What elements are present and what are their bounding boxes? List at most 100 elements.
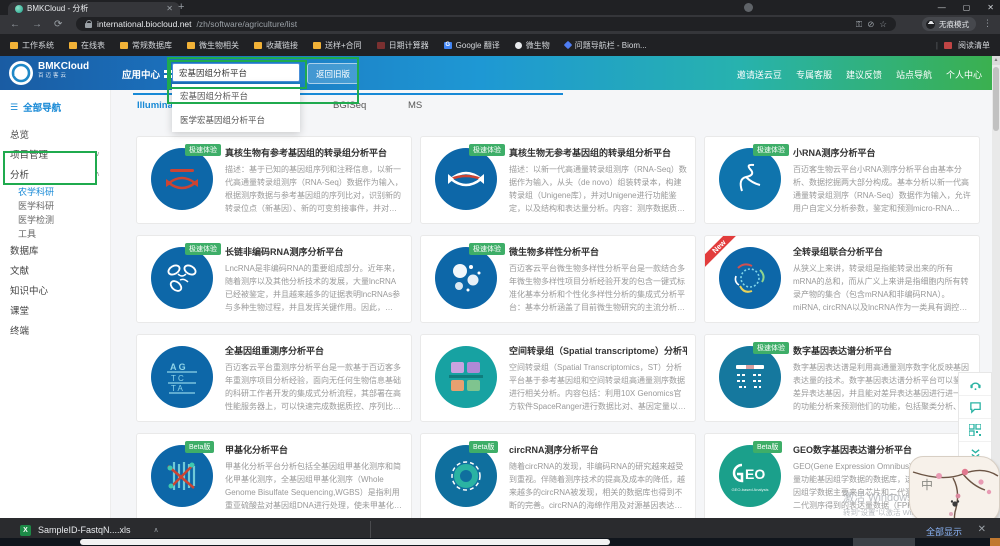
folder-icon [254, 42, 262, 49]
bookmark-item[interactable]: 问题导航栏 - Biom... [565, 40, 647, 51]
platform-search-input[interactable] [172, 63, 300, 82]
brand-name: BMKCloud 百迈客云 [38, 62, 89, 80]
sidebar-item-projects[interactable]: 项目管理∨ [0, 144, 110, 164]
forward-icon[interactable]: → [32, 19, 42, 30]
diamond-icon [563, 41, 571, 49]
card-denovo-transcriptome[interactable]: 极速体验 真核生物无参考基因组的转录组分析平台描述：以新一代高通量转录组测序（R… [420, 136, 696, 224]
browser-menu-icon[interactable]: ⋮ [983, 18, 992, 29]
header-link-profile[interactable]: 个人中心 [946, 68, 982, 81]
bookmark-item[interactable]: 收藏链接 [254, 40, 298, 51]
reload-icon[interactable]: ⟳ [54, 19, 62, 30]
calendar-icon [377, 42, 385, 49]
platform-card-grid: 极速体验 真核生物有参考基因组的转录组分析平台描述：基于已知的基因组序列和注释信… [136, 136, 980, 521]
eye-off-icon[interactable]: ⊘ [867, 19, 874, 30]
maximize-button[interactable]: ▢ [963, 3, 971, 12]
browser-tab[interactable]: BMKCloud - 分析 ✕ [8, 2, 180, 15]
customer-service-icon[interactable] [959, 373, 991, 396]
sidebar-item-medical-research[interactable]: 医学科研 [0, 198, 110, 212]
menu-icon: ☰ [10, 102, 18, 113]
sidebar-item-knowledge[interactable]: 知识中心 [0, 280, 110, 300]
browser-nav-buttons: ← → ⟳ [10, 15, 62, 34]
tab-search-icon[interactable] [744, 3, 753, 12]
bookmark-star-icon[interactable]: ☆ [879, 19, 887, 30]
sidebar-item-analysis[interactable]: 分析∧ [0, 164, 110, 184]
bookmark-item[interactable]: GGoogle 翻译 [444, 40, 500, 51]
bookmark-item[interactable]: 工作系统 [10, 40, 54, 51]
tissue-sections-icon [435, 346, 497, 408]
methylation-icon [151, 445, 213, 507]
sidebar-all-nav[interactable]: ☰ 全部导航 [0, 90, 110, 124]
bookmark-item[interactable]: 常规数据库 [120, 40, 172, 51]
screen: BMKCloud - 分析 ✕ + — ▢ ✕ ← → ⟳ internatio… [0, 0, 1000, 546]
close-window-button[interactable]: ✕ [987, 3, 994, 12]
rna-squiggle-icon [719, 148, 781, 210]
tab-bgiseq[interactable]: BGISeq [333, 100, 366, 111]
sidebar-item-overview[interactable]: 总览 [0, 124, 110, 144]
sidebar-item-classroom[interactable]: 课堂 [0, 300, 110, 320]
collapse-chevrons-icon[interactable] [959, 442, 991, 464]
new-tab-button[interactable]: + [178, 1, 184, 13]
header-link-sitemap[interactable]: 站点导航 [896, 68, 932, 81]
bookmark-item[interactable]: 日期计算器 [377, 40, 429, 51]
card-dge[interactable]: 极速体验 数字基因表达谱分析平台数字基因表达谱是利用高通量测序数字化反映基因表达… [704, 334, 980, 422]
reading-list[interactable]: | 阅读清单 [936, 40, 990, 51]
shelf-close-icon[interactable]: ✕ [978, 524, 986, 535]
tab-ms[interactable]: MS [408, 100, 422, 111]
bookmark-item[interactable]: 在线表 [69, 40, 105, 51]
bmkcloud-logo-icon[interactable] [9, 61, 33, 85]
fish-rna-icon [435, 148, 497, 210]
card-spatial-transcriptome[interactable]: 空间转录组（Spatial transcriptome）分析平台空间转录组（Sp… [420, 334, 696, 422]
search-suggestions-dropdown: 宏基因组分析平台 医学宏基因组分析平台 [172, 84, 300, 132]
svg-text:A G: A G [170, 362, 186, 372]
sidebar-item-database[interactable]: 数据库 [0, 240, 110, 260]
card-methylation[interactable]: Beta版 甲基化分析平台甲基化分析平台分析包括全基因组甲基化测序和简化甲基化测… [136, 433, 412, 521]
app-center-menu[interactable]: 应用中心 [122, 67, 172, 81]
minimize-button[interactable]: — [938, 3, 946, 12]
browser-url-bar: ← → ⟳ international.biocloud.net /zh/sof… [0, 15, 1000, 34]
bookmark-item[interactable]: 微生物 [515, 40, 550, 51]
card-circrna[interactable]: Beta版 circRNA测序分析平台随着circRNA的发现，非编码RNA的研… [420, 433, 696, 521]
card-small-rna[interactable]: 极速体验 小RNA测序分析平台百迈客生物云平台小RNA测序分析平台由基本分析、数… [704, 136, 980, 224]
sidebar-item-literature[interactable]: 文献 [0, 260, 110, 280]
folder-icon [120, 42, 128, 49]
suggestion-item[interactable]: 宏基因组分析平台 [172, 84, 300, 108]
url-path: /zh/software/agriculture/list [197, 19, 298, 29]
sidebar-item-agri-research[interactable]: 农学科研 [0, 184, 110, 198]
lock-icon [85, 20, 92, 28]
sidebar-item-medical-test[interactable]: 医学检测 [0, 212, 110, 226]
password-key-icon[interactable]: ⚿ [856, 19, 862, 30]
bookmark-item[interactable]: 送样+合同 [313, 40, 362, 51]
suggestion-item[interactable]: 医学宏基因组分析平台 [172, 108, 300, 132]
scroll-up-arrow-icon[interactable]: ▲ [992, 56, 1000, 65]
back-icon[interactable]: ← [10, 19, 20, 30]
sidebar-item-tools[interactable]: 工具 [0, 226, 110, 240]
header-link-invite[interactable]: 邀请送云豆 [737, 68, 782, 81]
card-ref-transcriptome[interactable]: 极速体验 真核生物有参考基因组的转录组分析平台描述：基于已知的基因组序列和注释信… [136, 136, 412, 224]
bookmark-item[interactable]: 微生物相关 [187, 40, 239, 51]
card-whole-transcriptome[interactable]: New 全转录组联合分析平台从狭义上来讲，转录组是指能转录出来的所有mRNA的总… [704, 235, 980, 323]
card-resequencing[interactable]: A GT CT A 全基因组重测序分析平台百迈客云平台重测序分析平台是一款基于百… [136, 334, 412, 422]
old-version-button[interactable]: 返回旧版 [307, 63, 359, 84]
qrcode-icon[interactable] [959, 419, 991, 442]
sidebar-item-terminal[interactable]: 终端 [0, 320, 110, 340]
header-link-feedback[interactable]: 建议反馈 [846, 68, 882, 81]
chevron-up-icon[interactable]: ∧ [154, 526, 159, 534]
tab-close-icon[interactable]: ✕ [166, 4, 173, 13]
url-host: international.biocloud.net [97, 19, 192, 29]
taskbar-light-segment [80, 539, 610, 545]
folder-icon [187, 42, 195, 49]
address-bar[interactable]: international.biocloud.net /zh/software/… [76, 17, 896, 31]
chat-icon[interactable] [959, 396, 991, 419]
tab-title: BMKCloud - 分析 [27, 3, 162, 14]
chevron-up-icon: ∧ [95, 170, 100, 178]
header-link-support[interactable]: 专属客服 [796, 68, 832, 81]
card-lncrna[interactable]: 极速体验 长链非编码RNA测序分析平台LncRNA是非编码RNA的重要组成部分。… [136, 235, 412, 323]
folder-icon [69, 42, 77, 49]
page-scrollbar[interactable]: ▲ [992, 56, 1000, 518]
tab-illumina[interactable]: Illumina [137, 100, 173, 111]
scrollbar-thumb[interactable] [993, 67, 999, 131]
shelf-divider [370, 521, 371, 538]
show-all-downloads-button[interactable]: 全部显示 [926, 525, 962, 538]
downloaded-file-chip[interactable]: X SampleID-FastqN....xls ∧ [20, 522, 159, 538]
card-microbial-diversity[interactable]: 极速体验 微生物多样性分析平台百迈客云平台微生物多样性分析平台是一款结合多年微生… [420, 235, 696, 323]
